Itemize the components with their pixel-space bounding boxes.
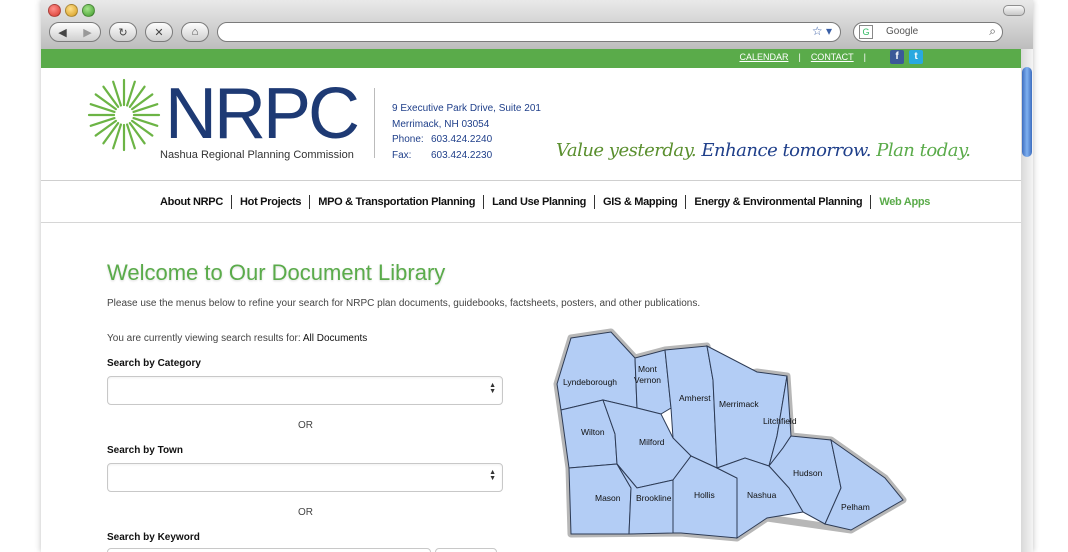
browser-nav-buttons: ◀ ▶ ↻ ✕ ⌂ bbox=[49, 22, 209, 42]
nav-item-energy-environmental[interactable]: Energy & Environmental Planning bbox=[685, 195, 870, 209]
current-filter-text: You are currently viewing search results… bbox=[107, 333, 367, 344]
fax-number: 603.424.2230 bbox=[431, 149, 493, 161]
map-label-litchfield: Litchfield bbox=[763, 416, 797, 426]
town-map[interactable]: Lyndeborough Mont Vernon Amherst Merrima… bbox=[541, 328, 907, 548]
stop-icon: ✕ bbox=[154, 26, 164, 39]
nav-item-land-use[interactable]: Land Use Planning bbox=[483, 195, 594, 209]
keyword-input[interactable] bbox=[107, 548, 431, 552]
category-label: Search by Category bbox=[107, 358, 201, 369]
back-arrow-icon[interactable]: ◀ bbox=[58, 26, 66, 39]
contact-info: 9 Executive Park Drive, Suite 201 Merrim… bbox=[392, 101, 541, 163]
map-label-hudson: Hudson bbox=[793, 468, 823, 478]
phone-number: 603.424.2240 bbox=[431, 134, 493, 145]
current-filter-prefix: You are currently viewing search results… bbox=[107, 333, 301, 344]
toolbar-toggle-button[interactable] bbox=[1003, 5, 1025, 16]
nav-item-gis-mapping[interactable]: GIS & Mapping bbox=[594, 195, 685, 209]
phone-label: Phone: bbox=[392, 134, 424, 145]
current-filter-value: All Documents bbox=[302, 333, 368, 344]
browser-toolbar: ◀ ▶ ↻ ✕ ⌂ ☆ ▾ G Google ⌕ bbox=[41, 0, 1033, 50]
town-label: Search by Town bbox=[107, 445, 183, 456]
site-header: NRPC Nashua Regional Planning Commission… bbox=[41, 68, 1021, 181]
keyword-label: Search by Keyword bbox=[107, 532, 200, 543]
forward-arrow-icon[interactable]: ▶ bbox=[83, 26, 91, 39]
stop-button[interactable]: ✕ bbox=[145, 22, 173, 42]
search-engine-icon[interactable]: G bbox=[859, 25, 873, 39]
main-nav-list: About NRPC Hot Projects MPO & Transporta… bbox=[155, 195, 938, 209]
address-line-1: 9 Executive Park Drive, Suite 201 bbox=[392, 103, 541, 114]
intro-text: Please use the menus below to refine you… bbox=[107, 298, 701, 309]
map-label-mont: Mont bbox=[638, 364, 658, 374]
logo-subtitle: Nashua Regional Planning Commission bbox=[160, 149, 354, 161]
tagline-part-1: Value yesterday. bbox=[556, 140, 697, 161]
or-separator: OR bbox=[298, 420, 313, 431]
map-label-hollis: Hollis bbox=[694, 490, 715, 500]
phone-row: Phone: 603.424.2240 bbox=[392, 132, 541, 148]
town-select[interactable]: ▲ ▼ bbox=[107, 463, 503, 492]
nav-item-mpo-transportation[interactable]: MPO & Transportation Planning bbox=[309, 195, 483, 209]
map-label-brookline: Brookline bbox=[636, 493, 672, 503]
search-bar[interactable]: G Google ⌕ bbox=[853, 22, 1003, 42]
nav-item-hot-projects[interactable]: Hot Projects bbox=[231, 195, 309, 209]
map-label-pelham: Pelham bbox=[841, 502, 870, 512]
magnifier-icon[interactable]: ⌕ bbox=[989, 24, 996, 39]
map-label-vernon: Vernon bbox=[634, 375, 661, 385]
search-placeholder: Google bbox=[886, 26, 919, 37]
tagline-part-2: Enhance tomorrow. bbox=[701, 140, 871, 161]
address-line-2: Merrimack, NH 03054 bbox=[392, 118, 490, 130]
home-button[interactable]: ⌂ bbox=[181, 22, 209, 42]
map-label-amherst: Amherst bbox=[679, 393, 711, 403]
nav-item-web-apps[interactable]: Web Apps bbox=[870, 195, 938, 209]
fax-label: Fax: bbox=[392, 149, 412, 161]
tagline-part-3: Plan today. bbox=[876, 140, 971, 161]
zoom-window-button[interactable] bbox=[82, 4, 95, 17]
logo-wordmark[interactable]: NRPC bbox=[165, 78, 360, 150]
header-divider bbox=[374, 88, 375, 158]
facebook-icon[interactable]: f bbox=[890, 50, 904, 64]
window-controls bbox=[48, 4, 95, 17]
browser-window: ◀ ▶ ↻ ✕ ⌂ ☆ ▾ G Google ⌕ CALENDAR | CONT… bbox=[41, 0, 1033, 552]
vertical-scrollbar[interactable] bbox=[1021, 49, 1033, 552]
contact-link[interactable]: CONTACT bbox=[811, 52, 854, 62]
main-nav: About NRPC Hot Projects MPO & Transporta… bbox=[41, 181, 1021, 223]
link-separator: | bbox=[863, 52, 866, 62]
reload-icon: ↻ bbox=[118, 26, 128, 39]
select-arrows-icon: ▲ ▼ bbox=[489, 382, 496, 395]
nav-item-about-nrpc[interactable]: About NRPC bbox=[155, 195, 231, 209]
keyword-row bbox=[107, 548, 501, 552]
close-window-button[interactable] bbox=[48, 4, 61, 17]
map-label-wilton: Wilton bbox=[581, 427, 605, 437]
select-arrows-icon: ▲ ▼ bbox=[489, 469, 496, 482]
keyword-search-button[interactable] bbox=[435, 548, 497, 552]
map-label-nashua: Nashua bbox=[747, 490, 777, 500]
calendar-link[interactable]: CALENDAR bbox=[739, 52, 788, 62]
address-bar[interactable]: ☆ ▾ bbox=[217, 22, 841, 42]
link-separator: | bbox=[798, 52, 801, 62]
back-forward-button[interactable]: ◀ ▶ bbox=[49, 22, 101, 42]
map-label-merrimack: Merrimack bbox=[719, 399, 759, 409]
minimize-window-button[interactable] bbox=[65, 4, 78, 17]
utility-links: CALENDAR | CONTACT | bbox=[739, 52, 866, 62]
or-separator: OR bbox=[298, 507, 313, 518]
category-select[interactable]: ▲ ▼ bbox=[107, 376, 503, 405]
page-title: Welcome to Our Document Library bbox=[107, 260, 446, 285]
main-content: Welcome to Our Document Library Please u… bbox=[41, 222, 1021, 552]
sunburst-logo-icon[interactable] bbox=[87, 78, 161, 152]
map-label-milford: Milford bbox=[639, 437, 665, 447]
home-icon: ⌂ bbox=[191, 26, 199, 38]
twitter-icon[interactable]: t bbox=[909, 50, 923, 64]
scrollbar-thumb[interactable] bbox=[1022, 67, 1032, 157]
utility-bar: CALENDAR | CONTACT | f t bbox=[41, 49, 1021, 68]
map-label-mason: Mason bbox=[595, 493, 621, 503]
map-label-lyndeborough: Lyndeborough bbox=[563, 377, 617, 387]
reload-button[interactable]: ↻ bbox=[109, 22, 137, 42]
tagline: Value yesterday. Enhance tomorrow. Plan … bbox=[556, 140, 971, 161]
bookmark-star-icon[interactable]: ☆ ▾ bbox=[812, 24, 832, 38]
fax-row: Fax: 603.424.2230 bbox=[392, 148, 541, 164]
